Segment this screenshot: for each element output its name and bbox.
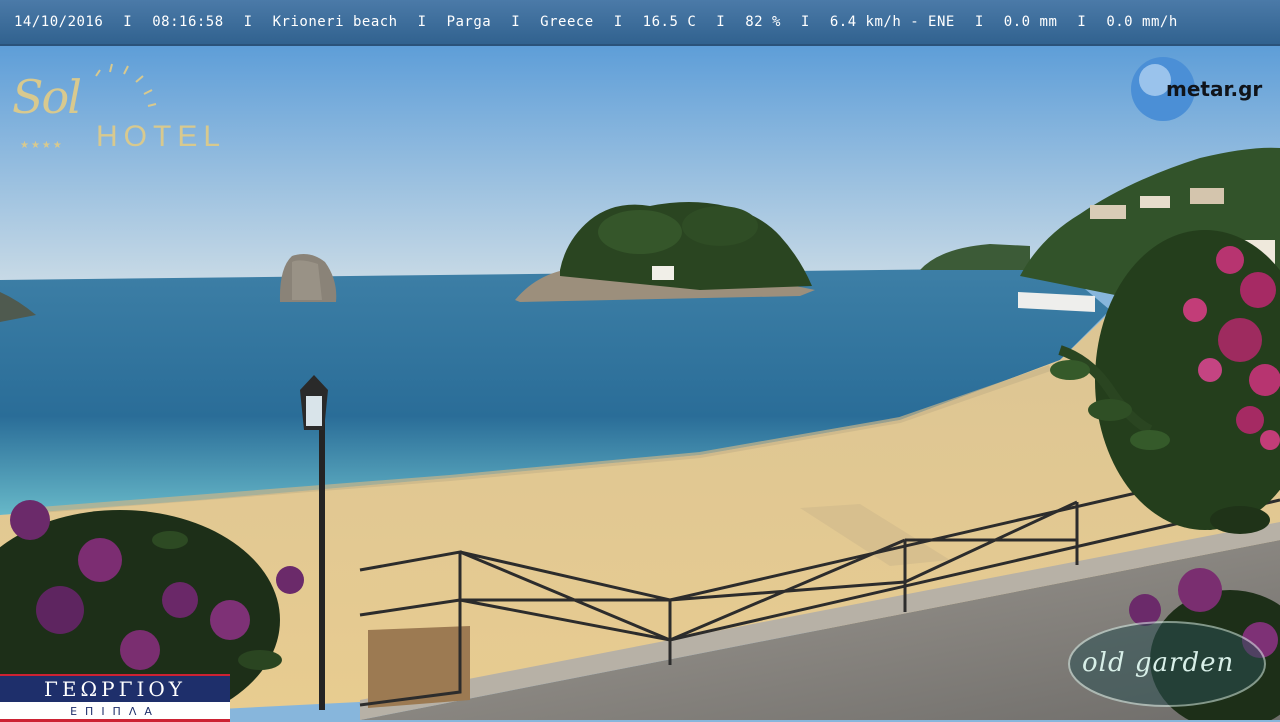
old-garden-logo: old garden <box>1068 616 1268 716</box>
hotel-wordmark: HOTEL <box>96 120 227 153</box>
country-label: Greece <box>540 14 594 30</box>
separator: I <box>511 14 521 30</box>
rain-rate-label: 0.0 mm/h <box>1106 14 1178 30</box>
location-label: Krioneri beach <box>272 14 398 30</box>
sol-hotel-logo: Sol ★★★★ HOTEL <box>10 62 220 162</box>
hotel-stars: ★★★★ <box>20 140 64 151</box>
town-label: Parga <box>446 14 492 30</box>
temperature-label: 16.5 C <box>642 14 697 30</box>
georgiou-subtitle: ΕΠΙΠΛΑ <box>0 702 230 722</box>
time-label: 08:16:58 <box>152 14 224 30</box>
georgiou-logo: ΓΕΩΡΓΙΟΥ ΕΠΙΠΛΑ <box>0 674 230 722</box>
island-chapel <box>652 266 674 280</box>
weather-info-bar: 14/10/2016 I 08:16:58 I Krioneri beach I… <box>0 0 1280 46</box>
metar-logo: metar.gr <box>1130 55 1275 125</box>
metar-wordmark: metar.gr <box>1166 77 1263 101</box>
separator: I <box>243 14 253 30</box>
separator: I <box>123 14 133 30</box>
separator: I <box>613 14 623 30</box>
separator: I <box>974 14 984 30</box>
separator: I <box>1077 14 1087 30</box>
wooden-deck <box>368 626 470 708</box>
separator: I <box>716 14 726 30</box>
old-garden-wordmark: old garden <box>1082 648 1235 678</box>
sun-rays-icon <box>95 63 157 107</box>
wind-label: 6.4 km/h - ENE <box>829 14 955 30</box>
rain-label: 0.0 mm <box>1003 14 1058 30</box>
sol-wordmark: Sol <box>12 70 82 124</box>
separator: I <box>417 14 427 30</box>
date-label: 14/10/2016 <box>14 14 104 30</box>
separator: I <box>800 14 810 30</box>
humidity-label: 82 % <box>745 14 781 30</box>
georgiou-name: ΓΕΩΡΓΙΟΥ <box>44 677 186 701</box>
